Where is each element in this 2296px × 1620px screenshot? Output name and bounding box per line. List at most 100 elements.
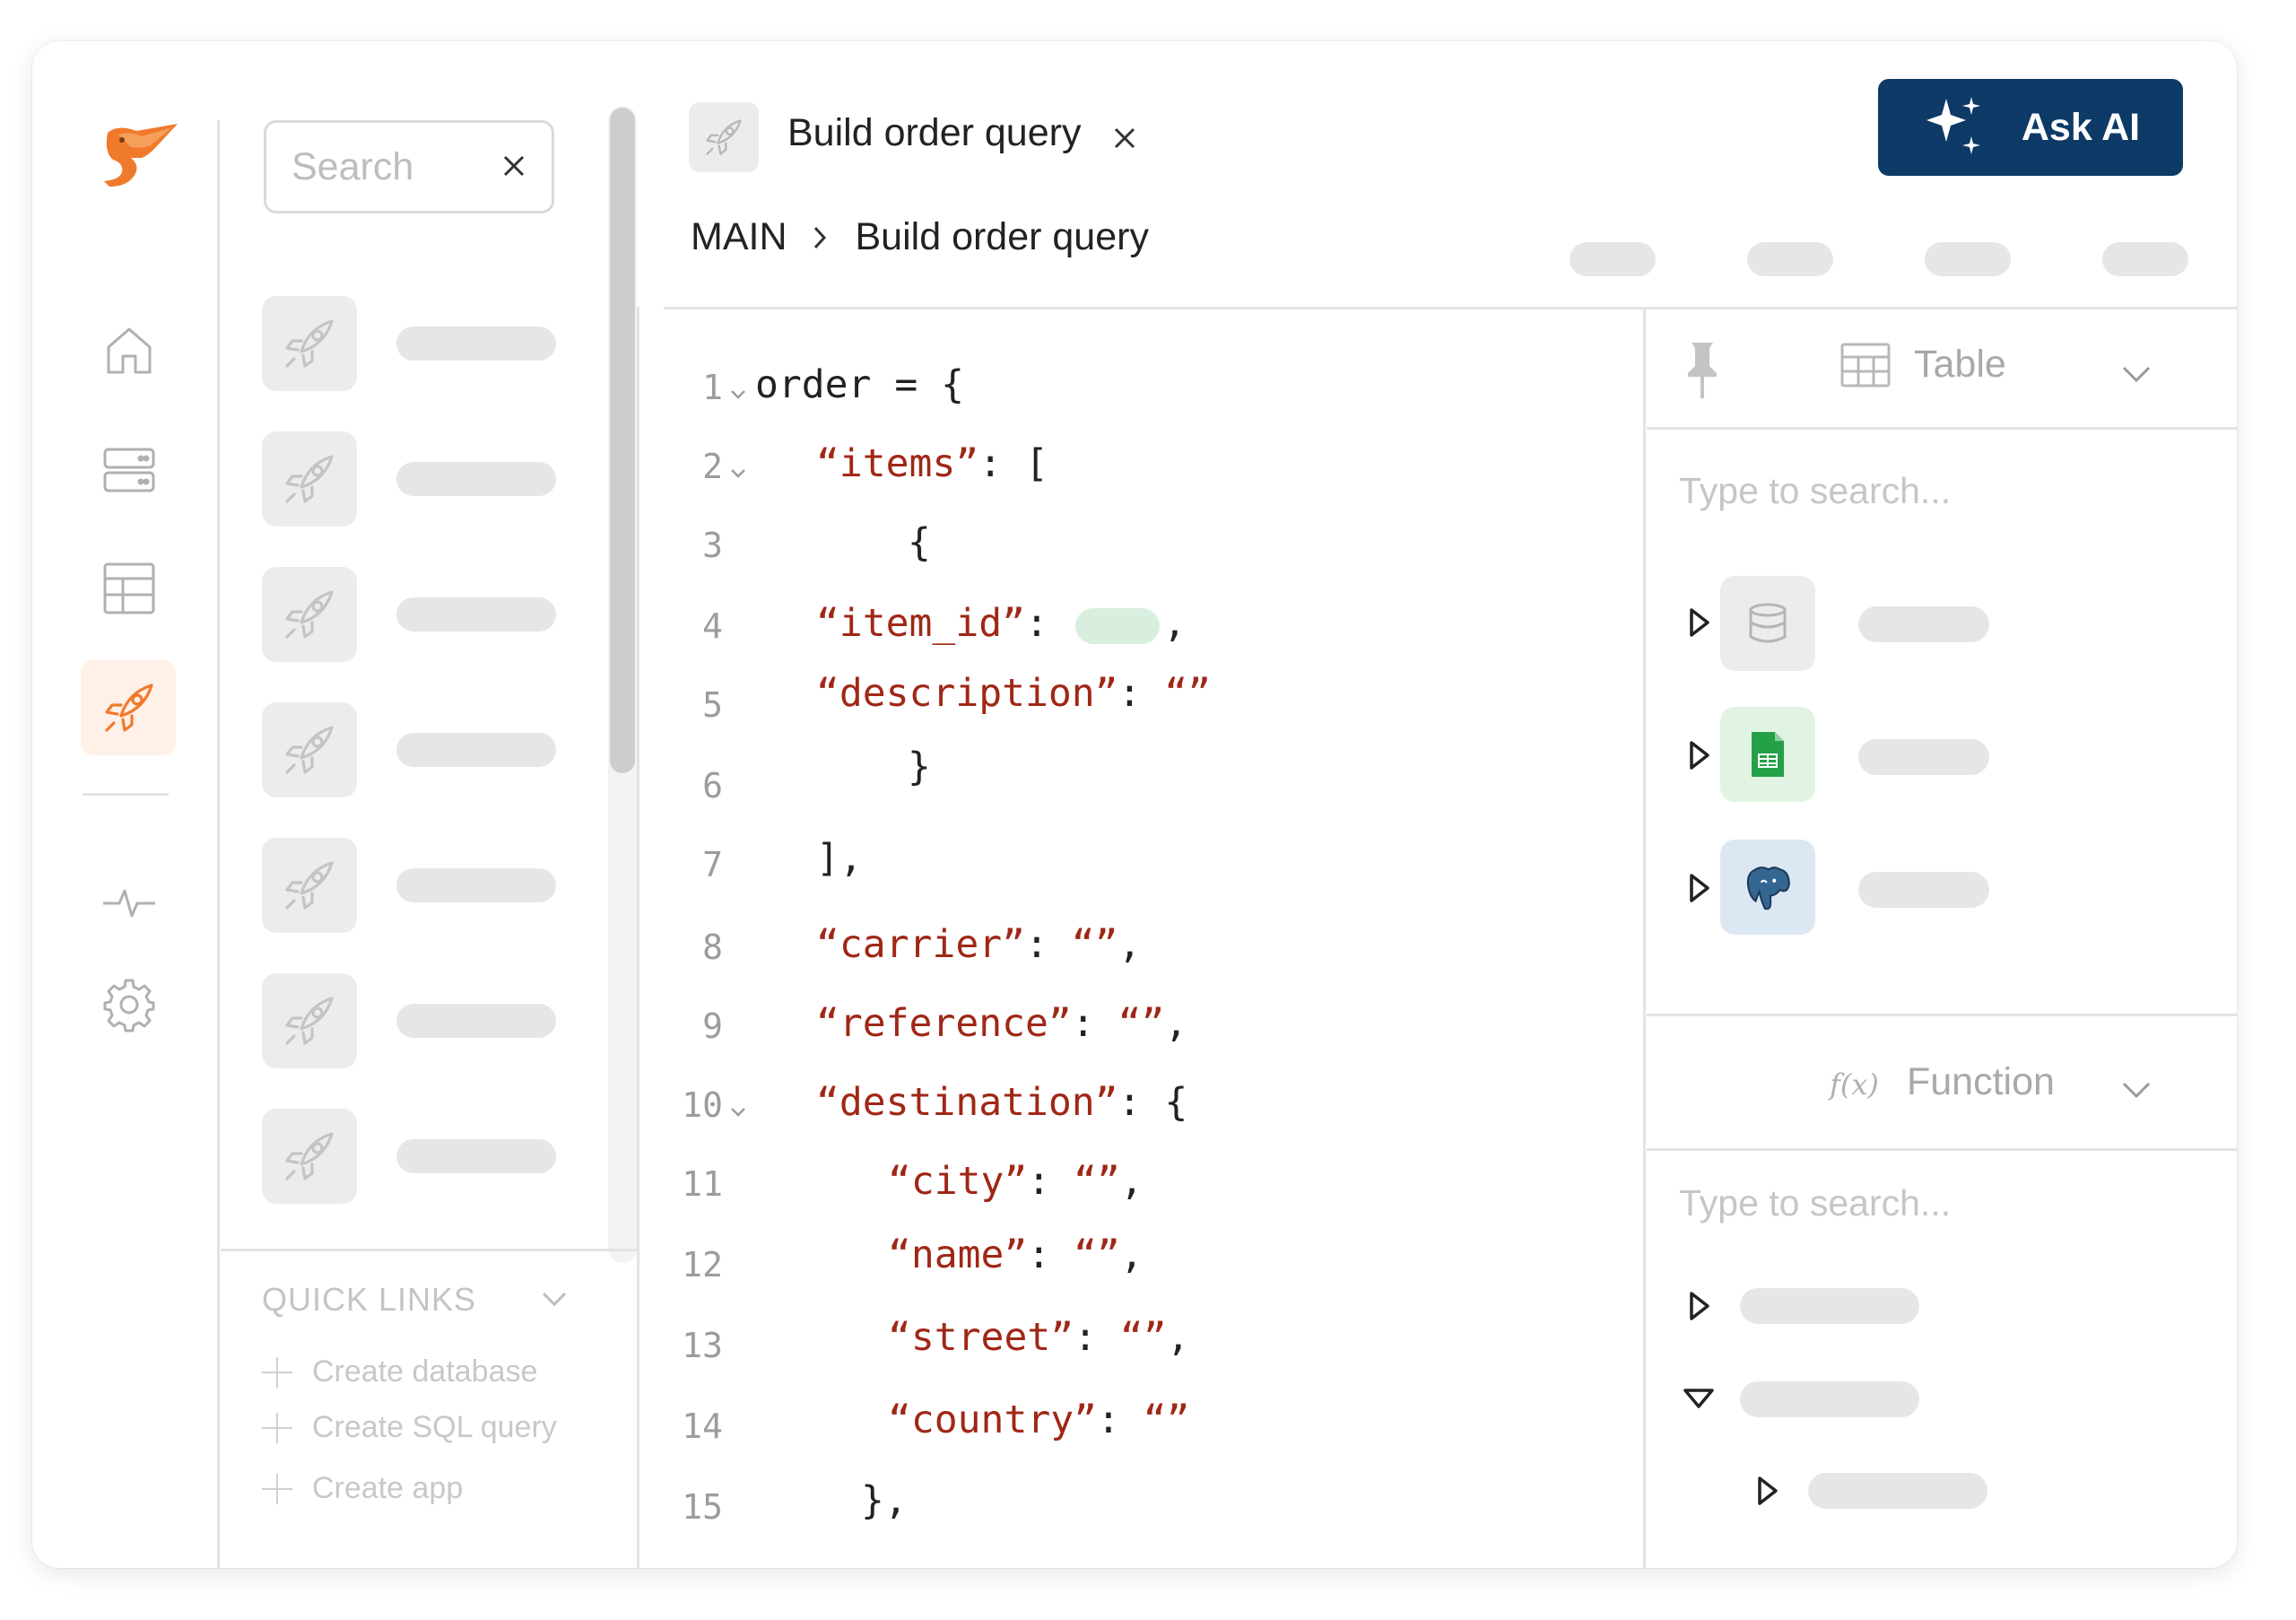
code-line-9: “reference”: “”, <box>816 1001 1188 1046</box>
list-item[interactable] <box>262 1109 592 1204</box>
chevron-right-icon <box>813 226 826 248</box>
close-icon[interactable] <box>1112 126 1137 151</box>
line-number: 12 <box>682 1245 723 1285</box>
code-line-2: “items”: [ <box>816 441 1048 486</box>
source-name-placeholder <box>1858 606 1989 642</box>
list-item[interactable] <box>262 296 592 391</box>
database-icon <box>1749 603 1787 643</box>
fold-chevron-icon[interactable] <box>728 384 748 404</box>
rocket-icon <box>262 702 357 797</box>
plus-icon <box>262 1473 292 1504</box>
quick-link-label: Create app <box>312 1471 464 1505</box>
chevron-down-icon[interactable] <box>2118 355 2154 391</box>
fold-chevron-icon[interactable] <box>728 1102 748 1121</box>
list-item[interactable] <box>262 702 592 797</box>
chevron-down-icon[interactable] <box>2118 1071 2154 1107</box>
function-section-divider <box>1647 1014 2237 1016</box>
list-item[interactable] <box>262 973 592 1068</box>
app-window: Search QUICK LINKS Create database Creat… <box>32 41 2237 1568</box>
line-number: 3 <box>702 526 723 565</box>
caret-right-icon[interactable] <box>1751 1475 1783 1507</box>
table-search-input[interactable]: Type to search... <box>1679 470 1951 512</box>
rocket-icon[interactable] <box>95 674 163 742</box>
list-item[interactable] <box>262 838 592 933</box>
rocket-icon <box>262 567 357 662</box>
source-name-placeholder <box>1858 872 1989 908</box>
list-item-label-placeholder <box>396 327 556 361</box>
quick-link-create-sql-query[interactable]: Create SQL query <box>262 1410 557 1445</box>
pin-icon[interactable] <box>1684 339 1720 402</box>
rocket-icon <box>262 296 357 391</box>
activity-icon[interactable] <box>95 867 163 935</box>
toolbar-placeholder[interactable] <box>1747 242 1833 276</box>
code-line-1: order = { <box>755 362 964 407</box>
function-item-placeholder[interactable] <box>1808 1473 1987 1509</box>
server-icon[interactable] <box>95 436 163 504</box>
list-item[interactable] <box>262 567 592 662</box>
code-line-15: }, <box>861 1478 908 1523</box>
database-source-tile[interactable] <box>1720 576 1815 671</box>
line-number: 2 <box>702 447 723 486</box>
tab-build-order-query[interactable]: Build order query <box>787 111 1081 155</box>
function-section-label[interactable]: Function <box>1907 1060 2055 1104</box>
ask-ai-button[interactable]: Ask AI <box>1878 79 2183 176</box>
gear-icon[interactable] <box>95 971 163 1039</box>
toolbar-placeholder[interactable] <box>1925 242 2011 276</box>
code-line-14: “country”: “” <box>888 1398 1190 1442</box>
function-icon: f(x) <box>1830 1067 1879 1102</box>
rocket-icon <box>262 838 357 933</box>
caret-down-icon[interactable] <box>1683 1383 1715 1415</box>
postgres-source-tile[interactable] <box>1720 840 1815 935</box>
quick-link-create-database[interactable]: Create database <box>262 1354 537 1389</box>
list-item-label-placeholder <box>396 1139 556 1173</box>
search-placeholder: Search <box>291 144 414 188</box>
line-number: 14 <box>682 1407 723 1446</box>
chevron-down-icon[interactable] <box>536 1281 572 1317</box>
line-number: 15 <box>682 1487 723 1527</box>
source-name-placeholder <box>1858 739 1989 775</box>
table-icon <box>1840 343 1891 388</box>
function-search-input[interactable]: Type to search... <box>1679 1182 1951 1224</box>
breadcrumb-current: Build order query <box>855 215 1149 258</box>
code-line-7: ], <box>816 836 863 881</box>
caret-right-icon[interactable] <box>1683 739 1715 771</box>
rocket-icon <box>262 1109 357 1204</box>
nav-list-divider <box>217 120 220 1568</box>
toolbar-placeholder[interactable] <box>1570 242 1656 276</box>
table-section-label[interactable]: Table <box>1914 343 2006 387</box>
value-placeholder[interactable] <box>1074 607 1160 644</box>
function-group-placeholder[interactable] <box>1740 1288 1919 1324</box>
editor-panel-divider <box>1643 307 1646 1568</box>
line-number: 8 <box>702 928 723 967</box>
tab-icon <box>689 102 759 172</box>
plus-icon <box>262 1412 292 1443</box>
fold-chevron-icon[interactable] <box>728 463 748 483</box>
list-scrollbar-thumb[interactable] <box>610 108 635 773</box>
code-editor[interactable] <box>640 310 1643 1568</box>
breadcrumb-root[interactable]: MAIN <box>691 215 787 259</box>
sparkles-icon <box>1926 97 1980 154</box>
home-icon[interactable] <box>95 316 163 384</box>
function-group-placeholder[interactable] <box>1740 1381 1919 1417</box>
caret-right-icon[interactable] <box>1683 1290 1715 1322</box>
quick-link-create-app[interactable]: Create app <box>262 1471 463 1506</box>
sheets-source-tile[interactable] <box>1720 707 1815 802</box>
close-icon[interactable] <box>498 150 530 182</box>
caret-right-icon[interactable] <box>1683 606 1715 639</box>
line-number: 13 <box>682 1326 723 1365</box>
list-item-label-placeholder <box>396 597 556 631</box>
code-line-8: “carrier”: “”, <box>816 922 1142 967</box>
caret-right-icon[interactable] <box>1683 872 1715 904</box>
postgresql-icon <box>1746 867 1790 910</box>
google-sheets-icon <box>1752 732 1784 777</box>
list-item[interactable] <box>262 431 592 527</box>
search-input[interactable]: Search <box>264 120 554 213</box>
table-icon[interactable] <box>95 554 163 623</box>
code-line-10: “destination”: { <box>816 1080 1188 1125</box>
rocket-icon <box>262 973 357 1068</box>
list-item-label-placeholder <box>396 868 556 902</box>
list-item-label-placeholder <box>396 462 556 496</box>
list-item-label-placeholder <box>396 733 556 767</box>
list-item-label-placeholder <box>396 1004 556 1038</box>
toolbar-placeholder[interactable] <box>2102 242 2188 276</box>
